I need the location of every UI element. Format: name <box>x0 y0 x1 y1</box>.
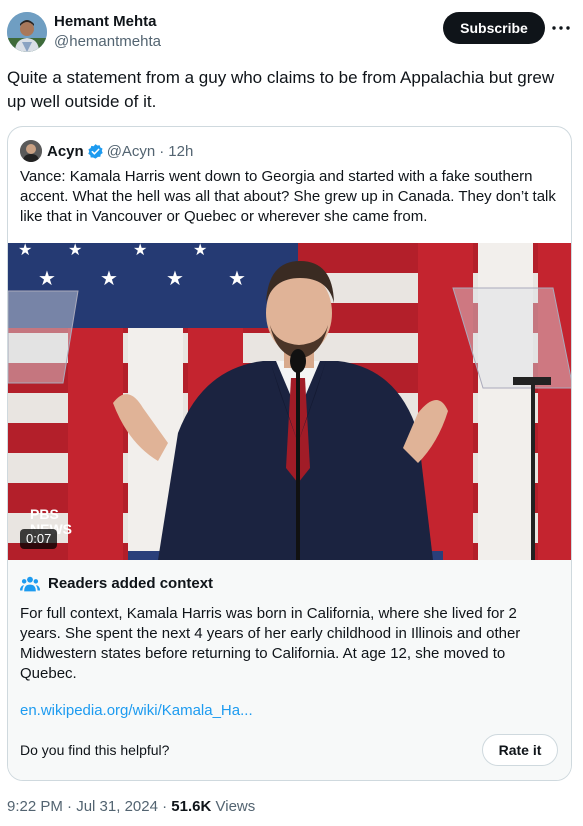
helpful-question: Do you find this helpful? <box>20 742 170 758</box>
svg-text:★: ★ <box>193 243 207 259</box>
video-player[interactable]: ★ ★ ★ ★ ★ ★ ★ ★ PBS 0:07 <box>8 243 571 560</box>
watermark-line1: PBS <box>30 506 59 522</box>
people-icon <box>20 574 40 592</box>
community-note-header: Readers added context <box>20 574 213 592</box>
views-count[interactable]: 51.6K <box>171 798 211 815</box>
community-note-title: Readers added context <box>48 574 214 592</box>
quote-time[interactable]: 12h <box>168 143 193 160</box>
verified-icon <box>87 143 104 160</box>
tweet-time[interactable]: 9:22 PM <box>7 798 63 815</box>
video-frame: ★ ★ ★ ★ ★ ★ ★ ★ <box>8 243 571 560</box>
tweet-header: Hemant Mehta @hemantmehta Subscribe <box>7 10 575 56</box>
meta-separator: · <box>162 798 168 815</box>
svg-text:★: ★ <box>68 243 82 259</box>
meta-separator: · <box>67 798 73 815</box>
svg-text:★: ★ <box>100 266 118 290</box>
author-info: Hemant Mehta @hemantmehta <box>54 12 161 52</box>
quote-author-name[interactable]: Acyn <box>47 143 84 160</box>
svg-text:★: ★ <box>166 266 184 290</box>
tweet-date[interactable]: Jul 31, 2024 <box>76 798 158 815</box>
author-avatar[interactable] <box>7 12 47 52</box>
author-handle[interactable]: @hemantmehta <box>54 32 161 52</box>
more-icon[interactable] <box>551 20 571 36</box>
tweet-meta: 9:22 PM · Jul 31, 2024 · 51.6K Views <box>7 798 255 815</box>
author-name[interactable]: Hemant Mehta <box>54 12 161 32</box>
community-note: Readers added context For full context, … <box>8 560 571 780</box>
svg-text:★: ★ <box>228 266 246 290</box>
community-note-body: For full context, Kamala Harris was born… <box>20 605 521 682</box>
tweet-text: Quite a statement from a guy who claims … <box>7 68 555 111</box>
subscribe-button[interactable]: Subscribe <box>443 12 545 44</box>
svg-text:★: ★ <box>18 243 32 259</box>
views-label: Views <box>215 798 256 815</box>
rate-it-button[interactable]: Rate it <box>482 734 558 766</box>
quoted-tweet[interactable]: Acyn @Acyn · 12h Vance: Kamala Harris we… <box>7 126 572 781</box>
svg-text:★: ★ <box>38 266 56 290</box>
video-duration: 0:07 <box>20 529 58 549</box>
quote-header: Acyn @Acyn · 12h <box>20 139 193 163</box>
quote-text: Vance: Kamala Harris went down to Georgi… <box>20 168 556 225</box>
community-note-link[interactable]: en.wikipedia.org/wiki/Kamala_Ha... <box>20 702 253 719</box>
quote-separator: · <box>159 142 165 160</box>
svg-text:★: ★ <box>133 243 147 259</box>
quote-author-handle: @Acyn <box>106 142 156 160</box>
quote-avatar[interactable] <box>20 140 42 162</box>
